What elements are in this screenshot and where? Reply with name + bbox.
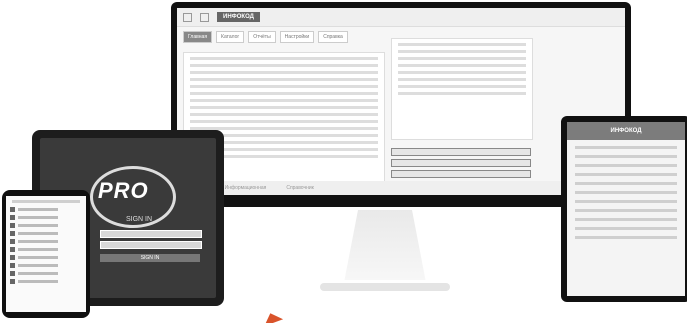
folder-icon <box>10 223 15 228</box>
list-item[interactable] <box>391 159 531 167</box>
folder-icon <box>10 279 15 284</box>
tab-catalog[interactable]: Каталог <box>216 31 245 43</box>
folder-icon <box>10 247 15 252</box>
username-field[interactable] <box>100 230 202 238</box>
list-item[interactable] <box>391 170 531 178</box>
folder-icon <box>10 215 15 220</box>
list-item[interactable] <box>391 148 531 156</box>
monitor-stand <box>344 210 426 280</box>
pro-logo-text: PRO <box>98 178 149 203</box>
tab-settings[interactable]: Настройки <box>279 31 315 43</box>
sign-in-heading: SIGN IN <box>126 216 153 223</box>
monitor-brand: ИНФОКОД <box>217 12 260 22</box>
folder-icon <box>10 239 15 244</box>
monitor-screen: ИНФОКОД Главная Каталог Отчёты Настройки… <box>177 8 625 195</box>
folder-icon <box>10 231 15 236</box>
folder-icon <box>10 207 15 212</box>
menu-icon[interactable] <box>183 12 192 22</box>
footer-text-2: Справочник <box>286 185 314 191</box>
right-tablet-brand: ИНФОКОД <box>567 122 685 140</box>
right-tablet-device: ИНФОКОД <box>561 116 687 302</box>
sign-in-button[interactable]: SIGN IN <box>100 254 200 262</box>
tab-main[interactable]: Главная <box>183 31 213 43</box>
tab-help[interactable]: Справка <box>318 31 348 43</box>
monitor-top-bar: ИНФОКОД <box>177 8 625 27</box>
folder-icon <box>10 255 15 260</box>
grid-icon[interactable] <box>200 12 209 22</box>
monitor-footer: ◄ ◄ ► Информационная Справочник <box>177 181 625 195</box>
monitor-base <box>320 283 450 291</box>
folder-icon <box>10 271 15 276</box>
phone-screen <box>6 196 86 312</box>
accent-arrow-icon <box>260 309 284 323</box>
folder-icon <box>10 263 15 268</box>
device-mockup-stage: ИНФОКОД Главная Каталог Отчёты Настройки… <box>0 0 687 323</box>
password-field[interactable] <box>100 241 202 249</box>
footer-text-1: Информационная <box>224 185 267 191</box>
right-tablet-screen: ИНФОКОД <box>567 122 685 296</box>
monitor-detail-panel <box>391 38 533 140</box>
tab-reports[interactable]: Отчёты <box>248 31 276 43</box>
phone-device <box>2 190 90 318</box>
